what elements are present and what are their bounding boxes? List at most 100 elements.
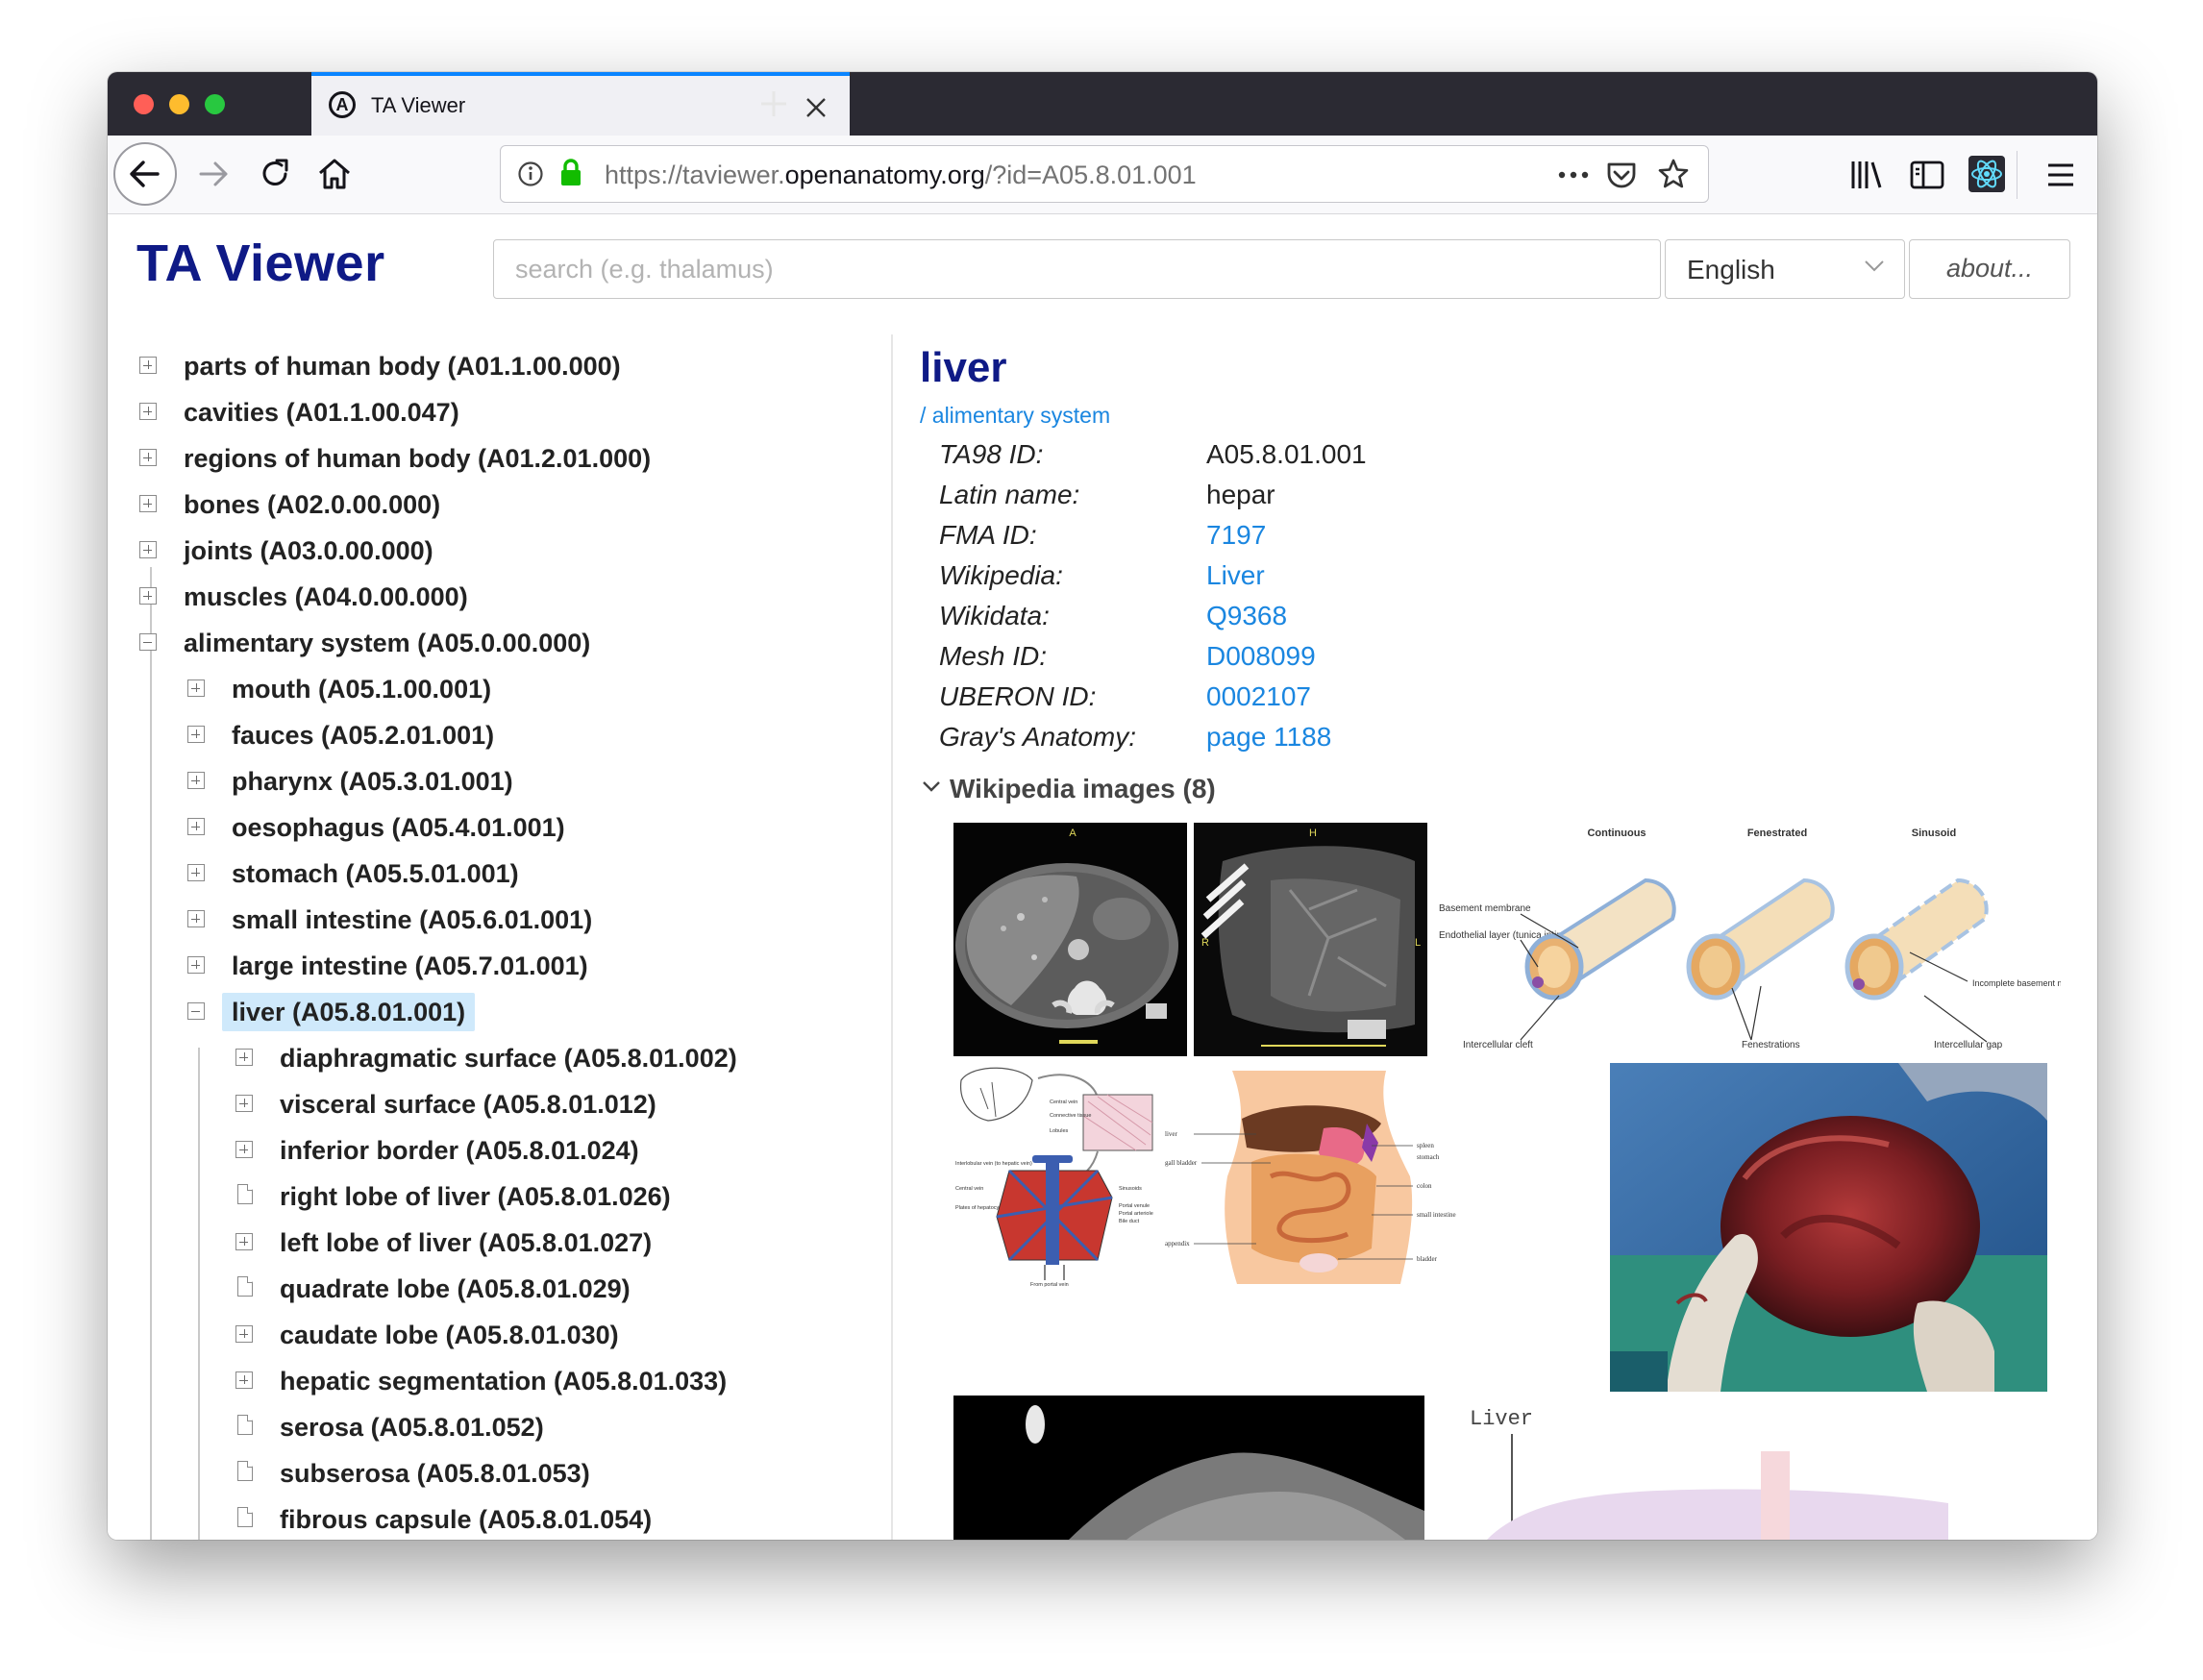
property-label: FMA ID: bbox=[939, 520, 1037, 550]
expand-icon[interactable] bbox=[139, 587, 157, 605]
entity-title: liver bbox=[920, 344, 1007, 391]
expand-icon[interactable] bbox=[235, 1095, 253, 1112]
abdomen-label: liver bbox=[1165, 1130, 1177, 1138]
lobule-label: Portal venule bbox=[1119, 1203, 1150, 1209]
lobule-label: Interlobular vein (to hepatic vein) bbox=[955, 1161, 1032, 1167]
expand-icon[interactable] bbox=[139, 403, 157, 420]
forward-arrow-icon[interactable] bbox=[193, 153, 235, 195]
home-icon[interactable] bbox=[313, 153, 356, 195]
abdominal-organs-diagram[interactable]: liver gall bladder appendix spleen stoma… bbox=[1165, 1071, 1477, 1284]
abdomen-label: gall bladder bbox=[1165, 1159, 1198, 1167]
ct-scan-image[interactable] bbox=[953, 1396, 1424, 1540]
property-row-ta98-id: TA98 ID: A05.8.01.001 bbox=[939, 434, 1612, 475]
expand-icon[interactable] bbox=[235, 1141, 253, 1158]
close-icon[interactable] bbox=[804, 95, 829, 120]
site-title[interactable]: TA Viewer bbox=[136, 234, 385, 293]
zoom-window-button[interactable] bbox=[205, 94, 225, 114]
collapse-icon[interactable] bbox=[139, 633, 157, 651]
expand-icon[interactable] bbox=[139, 449, 157, 466]
about-button[interactable]: about... bbox=[1909, 239, 2070, 299]
react-devtools-extension-icon[interactable] bbox=[1968, 155, 2006, 193]
capillary-label: Basement membrane bbox=[1439, 903, 1531, 914]
expand-icon[interactable] bbox=[187, 679, 205, 697]
property-label: Latin name: bbox=[939, 480, 1080, 509]
lobule-label: From portal vein bbox=[1030, 1282, 1069, 1288]
tab-title: TA Viewer bbox=[371, 93, 466, 117]
url-text[interactable]: https://taviewer.openanatomy.org/?id=A05… bbox=[605, 161, 1197, 190]
expand-icon[interactable] bbox=[187, 910, 205, 927]
lobule-label: Sinusoids bbox=[1119, 1186, 1142, 1192]
capillary-label: Fenestrations bbox=[1742, 1040, 1800, 1050]
liver-lobule-diagram[interactable]: Central vein Connective tissue Lobules I… bbox=[953, 1063, 1155, 1290]
expand-icon[interactable] bbox=[187, 864, 205, 881]
search-input[interactable] bbox=[493, 239, 1661, 299]
liver-label-diagram[interactable]: Liver bbox=[1468, 1396, 2059, 1540]
minimize-window-button[interactable] bbox=[169, 94, 189, 114]
detail-pane: liver / alimentary system TA98 ID: A05.8.… bbox=[920, 334, 2097, 1540]
grays-anatomy-link[interactable]: page 1188 bbox=[1206, 717, 1331, 757]
url-bar[interactable]: https://taviewer.openanatomy.org/?id=A05… bbox=[500, 145, 1709, 203]
abdomen-label: stomach bbox=[1417, 1153, 1440, 1161]
property-label: Wikipedia: bbox=[939, 560, 1063, 590]
expand-icon[interactable] bbox=[187, 956, 205, 974]
taxonomy-tree: parts of human body (A01.1.00.000) cavit… bbox=[108, 334, 891, 1540]
breadcrumb[interactable]: / alimentary system bbox=[920, 403, 1110, 429]
liver-surgery-photo[interactable] bbox=[1610, 1063, 2047, 1392]
property-row-wikipedia: Wikipedia: Liver bbox=[939, 556, 1612, 596]
property-value: A05.8.01.001 bbox=[1206, 439, 1367, 469]
expand-icon[interactable] bbox=[139, 541, 157, 558]
ct-axial-orientation-label: A bbox=[1069, 828, 1077, 839]
sidebar-toggle-icon[interactable] bbox=[1908, 156, 1946, 194]
navigation-toolbar: https://taviewer.openanatomy.org/?id=A05… bbox=[108, 136, 2097, 214]
expand-icon[interactable] bbox=[235, 1049, 253, 1066]
mesh-link[interactable]: D008099 bbox=[1206, 636, 1316, 677]
wikipedia-link[interactable]: Liver bbox=[1206, 556, 1265, 596]
capillary-types-diagram[interactable]: Continuous Fenestrated Sinusoid Basement… bbox=[1434, 823, 2061, 1056]
language-select[interactable]: English bbox=[1665, 239, 1905, 299]
back-button[interactable] bbox=[113, 142, 177, 206]
page-content: TA Viewer English about... parts of huma… bbox=[108, 214, 2097, 1540]
secure-lock-icon[interactable] bbox=[558, 158, 583, 188]
chevron-down-icon bbox=[1865, 260, 1884, 272]
bookmark-star-icon[interactable] bbox=[1656, 157, 1691, 191]
ct-coronal-image[interactable]: H R L bbox=[1194, 823, 1427, 1056]
expand-icon[interactable] bbox=[139, 357, 157, 374]
property-row-grays-anatomy: Gray's Anatomy: page 1188 bbox=[939, 717, 1612, 757]
new-tab-icon[interactable] bbox=[750, 80, 798, 128]
collapse-icon[interactable] bbox=[187, 1002, 205, 1020]
expand-icon[interactable] bbox=[235, 1371, 253, 1389]
uberon-link[interactable]: 0002107 bbox=[1206, 677, 1311, 717]
abdomen-label: bladder bbox=[1417, 1255, 1438, 1263]
lobule-label: Lobules bbox=[1050, 1128, 1069, 1134]
property-label: Gray's Anatomy: bbox=[939, 722, 1137, 752]
expand-icon[interactable] bbox=[235, 1233, 253, 1250]
tree-guide-line bbox=[198, 1048, 200, 1540]
library-icon[interactable] bbox=[1847, 156, 1886, 194]
fma-link[interactable]: 7197 bbox=[1206, 515, 1266, 556]
info-icon[interactable] bbox=[516, 160, 545, 188]
wikidata-link[interactable]: Q9368 bbox=[1206, 596, 1287, 636]
expand-icon[interactable] bbox=[187, 726, 205, 743]
expand-icon[interactable] bbox=[139, 495, 157, 512]
ct-axial-image[interactable]: A bbox=[953, 823, 1187, 1056]
property-row-uberon-id: UBERON ID: 0002107 bbox=[939, 677, 1612, 717]
page-actions-icon[interactable] bbox=[1554, 161, 1593, 189]
property-label: Mesh ID: bbox=[939, 641, 1048, 671]
pocket-icon[interactable] bbox=[1604, 158, 1639, 192]
property-row-wikidata: Wikidata: Q9368 bbox=[939, 596, 1612, 636]
menu-hamburger-icon[interactable] bbox=[2042, 156, 2080, 194]
openanatomy-favicon-icon: A bbox=[329, 91, 356, 118]
reload-icon[interactable] bbox=[254, 153, 296, 195]
expand-icon[interactable] bbox=[235, 1325, 253, 1343]
close-window-button[interactable] bbox=[134, 94, 154, 114]
abdomen-label: small intestine bbox=[1417, 1211, 1456, 1219]
expand-icon[interactable] bbox=[187, 772, 205, 789]
language-select-value: English bbox=[1687, 255, 1775, 284]
property-value: hepar bbox=[1206, 480, 1275, 509]
property-row-fma-id: FMA ID: 7197 bbox=[939, 515, 1612, 556]
capillary-label: Incomplete basement membrane bbox=[1972, 978, 2061, 988]
expand-icon[interactable] bbox=[187, 818, 205, 835]
lobule-label: Central vein bbox=[1050, 1099, 1077, 1105]
tree-guide-line bbox=[150, 567, 152, 1540]
capillary-label: Intercellular gap bbox=[1934, 1040, 2003, 1050]
